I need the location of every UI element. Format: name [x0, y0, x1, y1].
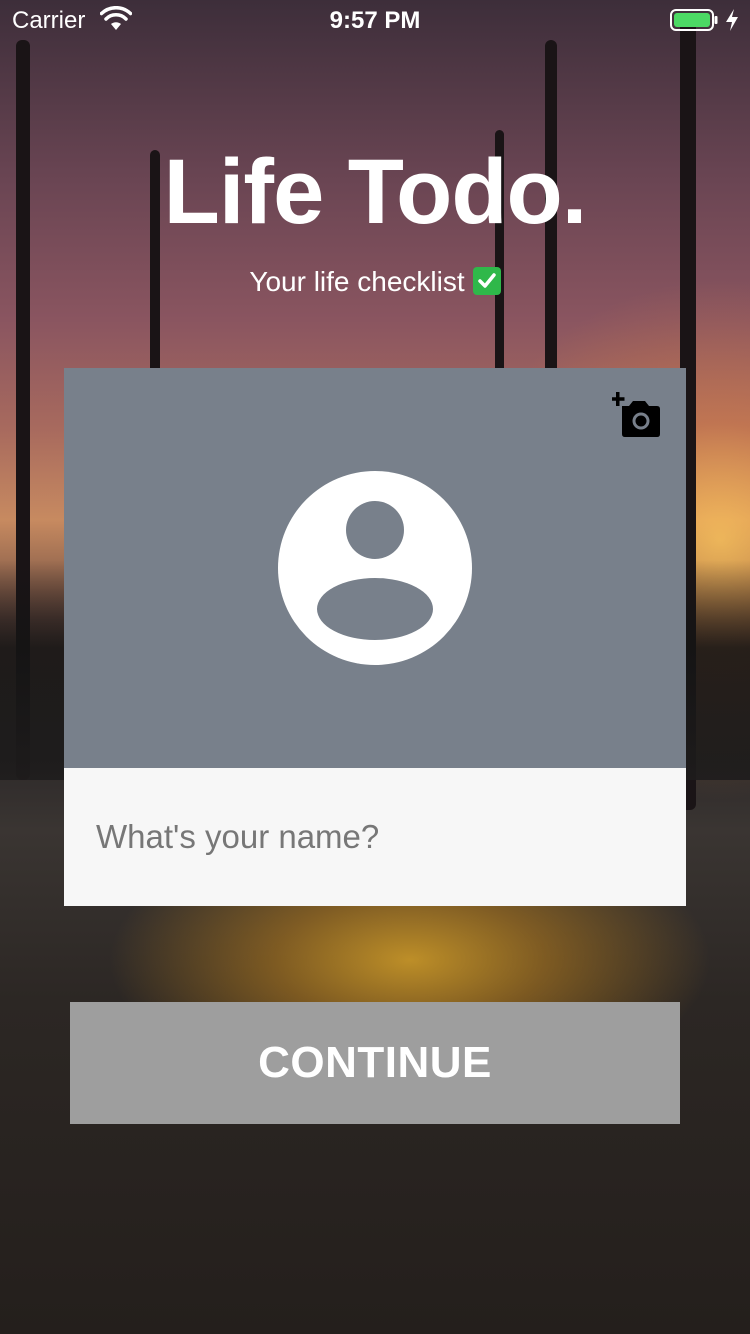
profile-photo-area[interactable]	[64, 368, 686, 768]
name-input[interactable]	[96, 812, 656, 862]
status-time: 9:57 PM	[329, 7, 421, 34]
add-a-photo-icon[interactable]	[612, 392, 662, 438]
account-circle-icon[interactable]	[278, 471, 472, 665]
app-title: Life Todo.	[163, 141, 588, 243]
check-mark-button-icon	[472, 267, 501, 295]
charging-bolt-icon	[726, 9, 738, 31]
app-subtitle: Your life checklist	[0, 266, 750, 298]
continue-button[interactable]: CONTINUE	[70, 1002, 680, 1124]
battery-charging-icon	[670, 9, 718, 31]
subtitle-text: Your life checklist	[249, 266, 465, 297]
profile-card	[64, 368, 686, 906]
name-field	[64, 768, 686, 906]
status-bar: Carrier 9:57 PM	[0, 0, 750, 40]
